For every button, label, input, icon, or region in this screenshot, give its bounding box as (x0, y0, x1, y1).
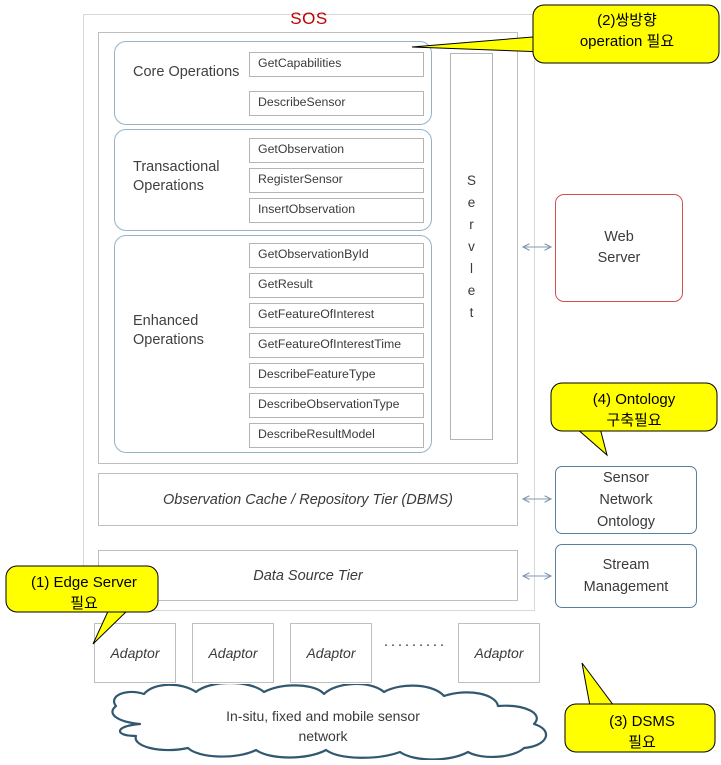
page-title: SOS (290, 9, 328, 28)
callout-3-bubble (564, 703, 716, 753)
sensor-network-cloud: In-situ, fixed and mobile sensor network (78, 682, 568, 761)
tier-label: Data Source Tier (253, 567, 363, 584)
servlet-box: S e r v l e t (450, 53, 493, 440)
operation-item[interactable]: DescribeObservationType (249, 393, 424, 418)
stream-management-box: Stream Management (555, 544, 697, 608)
callout-2-bubble (532, 4, 720, 64)
operation-item[interactable]: GetCapabilities (249, 52, 424, 77)
operation-item[interactable]: GetFeatureOfInterest (249, 303, 424, 328)
operation-item[interactable]: RegisterSensor (249, 168, 424, 193)
data-source-tier: Data Source Tier (98, 550, 518, 601)
adaptor-ellipsis: ········· (383, 636, 447, 653)
sensor-network-ontology-box: Sensor Network Ontology (555, 466, 697, 534)
operation-item[interactable]: GetResult (249, 273, 424, 298)
operation-group-label: Transactional Operations (133, 159, 220, 194)
tier-label: Observation Cache / Repository Tier (DBM… (163, 491, 453, 508)
web-server-box: Web Server (555, 194, 683, 302)
operation-item[interactable]: InsertObservation (249, 198, 424, 223)
callout-4-bubble (550, 382, 718, 432)
operation-group-enhanced: Enhanced Operations GetObservationById G… (114, 235, 432, 453)
observation-cache-tier: Observation Cache / Repository Tier (DBM… (98, 473, 518, 526)
operation-group-core: Core Operations GetCapabilities Describe… (114, 41, 432, 125)
adaptor-box: Adaptor (290, 623, 372, 683)
callout-2-label: (2)쌍방향 operation 필요 (579, 12, 675, 50)
adaptor-box: Adaptor (192, 623, 274, 683)
operation-group-label: Core Operations (133, 64, 240, 80)
operation-item[interactable]: DescribeSensor (249, 91, 424, 116)
cloud-label: In-situ, fixed and mobile sensor network (226, 708, 420, 744)
operation-item[interactable]: GetObservationById (249, 243, 424, 268)
callout-3-tail (581, 662, 615, 707)
operation-item[interactable]: GetObservation (249, 138, 424, 163)
operation-item[interactable]: DescribeResultModel (249, 423, 424, 448)
callout-4-label: (4) Ontology 구축필요 (592, 391, 676, 429)
adaptor-box: Adaptor (458, 623, 540, 683)
adaptor-box: Adaptor (94, 623, 176, 683)
servlet-label: S e r v l e t (466, 172, 476, 320)
operation-item[interactable]: GetFeatureOfInterestTime (249, 333, 424, 358)
operation-group-transactional: Transactional Operations GetObservation … (114, 129, 432, 231)
operation-group-label: Enhanced Operations (133, 313, 204, 348)
callout-3-label: (3) DSMS 필요 (609, 713, 675, 751)
operation-item[interactable]: DescribeFeatureType (249, 363, 424, 388)
callout-4-tail (574, 427, 608, 457)
